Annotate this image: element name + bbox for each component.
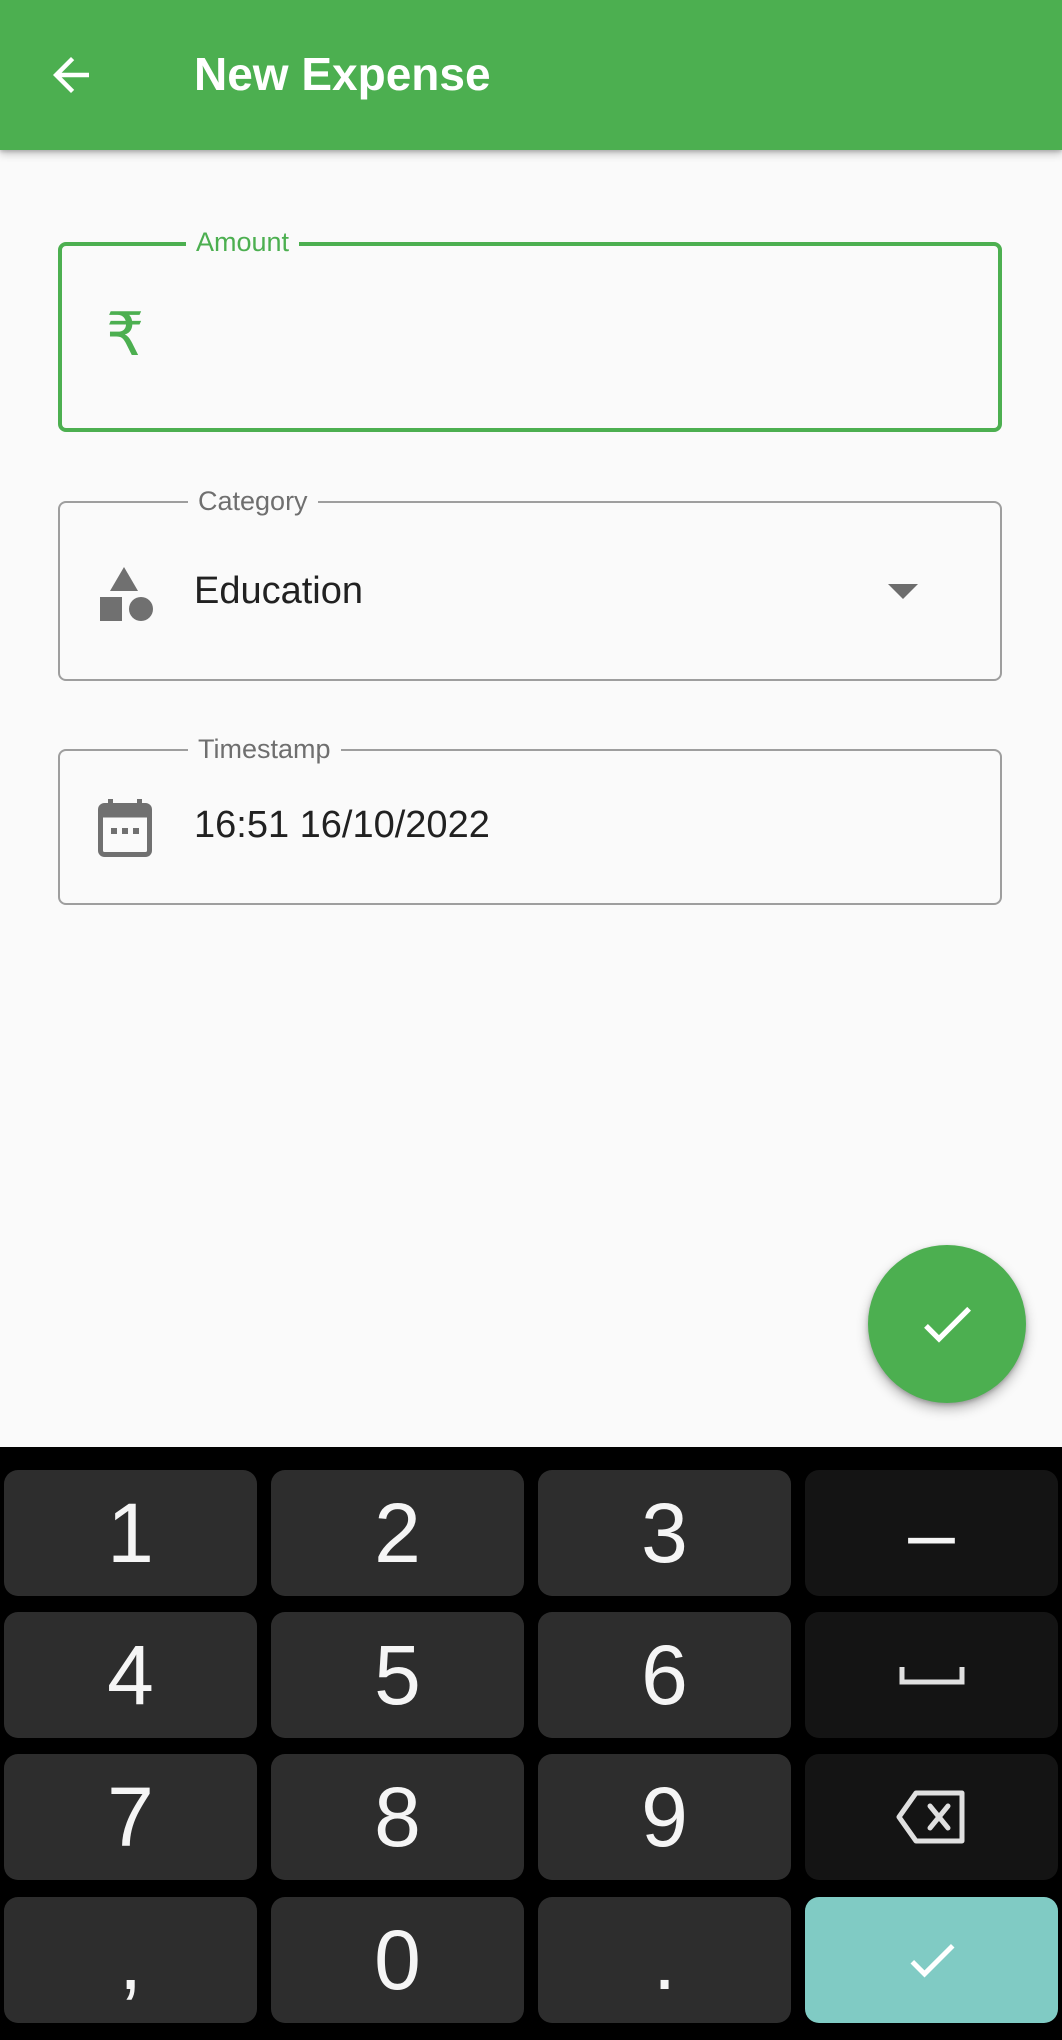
key-6[interactable]: 6 xyxy=(538,1612,791,1738)
key-backspace[interactable] xyxy=(805,1754,1058,1880)
key-5[interactable]: 5 xyxy=(271,1612,524,1738)
backspace-icon xyxy=(896,1790,964,1844)
timestamp-label: Timestamp xyxy=(188,734,341,764)
key-8[interactable]: 8 xyxy=(271,1754,524,1880)
app-bar: New Expense xyxy=(0,0,1062,150)
timestamp-value: 16:51 16/10/2022 xyxy=(194,804,490,846)
space-bar-icon xyxy=(899,1667,964,1685)
arrow-drop-down-icon xyxy=(888,584,918,599)
page-title: New Expense xyxy=(194,48,491,100)
check-icon xyxy=(924,1306,971,1343)
key-minus[interactable]: – xyxy=(805,1470,1058,1596)
amount-field[interactable]: Amount ₹ xyxy=(58,227,1002,432)
key-3[interactable]: 3 xyxy=(538,1470,791,1596)
check-icon xyxy=(910,1943,954,1978)
back-button[interactable] xyxy=(26,30,116,120)
key-9[interactable]: 9 xyxy=(538,1754,791,1880)
amount-label: Amount xyxy=(186,227,300,257)
category-label: Category xyxy=(188,486,318,516)
key-2[interactable]: 2 xyxy=(271,1470,524,1596)
rupee-prefix: ₹ xyxy=(106,300,145,370)
key-7[interactable]: 7 xyxy=(4,1754,257,1880)
save-expense-button[interactable] xyxy=(868,1245,1026,1403)
key-1[interactable]: 1 xyxy=(4,1470,257,1596)
numeric-keyboard: 1 2 3 – 4 5 6 7 8 9 , 0 . xyxy=(0,1447,1062,2040)
key-space[interactable] xyxy=(805,1612,1058,1738)
key-0[interactable]: 0 xyxy=(271,1897,524,2023)
category-value: Education xyxy=(194,570,364,612)
category-shapes-icon xyxy=(100,567,153,621)
key-enter[interactable] xyxy=(805,1897,1058,2023)
calendar-icon xyxy=(98,799,152,857)
key-4[interactable]: 4 xyxy=(4,1612,257,1738)
category-dropdown[interactable]: Category Education xyxy=(58,486,1002,681)
key-period[interactable]: . xyxy=(538,1897,791,2023)
arrow-back-icon xyxy=(53,57,89,93)
timestamp-field[interactable]: Timestamp 16:51 16/10/2022 xyxy=(58,734,1002,905)
key-comma[interactable]: , xyxy=(4,1897,257,2023)
